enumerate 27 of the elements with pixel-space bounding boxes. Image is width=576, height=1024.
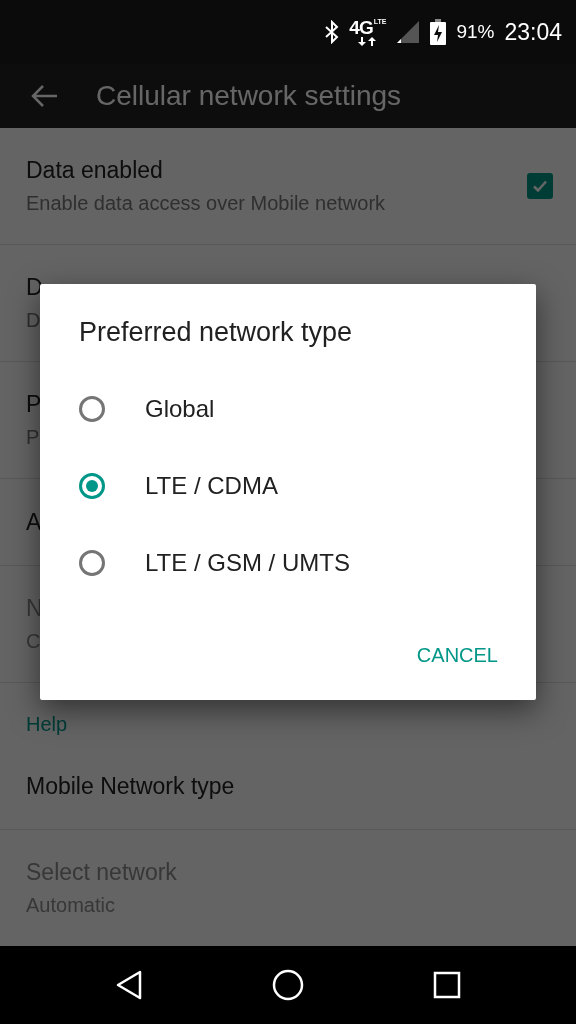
battery-charging-icon bbox=[430, 19, 447, 45]
section-header: Help bbox=[26, 712, 68, 736]
signal-icon bbox=[396, 20, 421, 44]
cancel-button[interactable]: CANCEL bbox=[406, 636, 508, 675]
setting-title: Data enabled bbox=[26, 157, 164, 184]
settings-row[interactable]: Mobile Network type bbox=[0, 743, 576, 830]
setting-title: A bbox=[26, 508, 42, 536]
radio-button[interactable] bbox=[79, 549, 105, 576]
setting-title: P bbox=[26, 391, 42, 418]
network-type: 4G bbox=[349, 18, 373, 37]
back-arrow-icon[interactable] bbox=[30, 84, 58, 108]
screen-title: Cellular network settings bbox=[96, 80, 402, 112]
dialog-title: Preferred network type bbox=[79, 317, 353, 348]
radio-button[interactable] bbox=[79, 395, 105, 422]
radio-option[interactable]: LTE / GSM / UMTS bbox=[40, 524, 536, 601]
battery-percentage: 91% bbox=[456, 21, 495, 43]
radio-option[interactable]: Global bbox=[40, 370, 536, 447]
home-circle-icon[interactable] bbox=[272, 969, 304, 1001]
clock: 23:04 bbox=[504, 18, 562, 46]
checkbox[interactable] bbox=[527, 173, 553, 199]
radio-option[interactable]: LTE / CDMA bbox=[40, 447, 536, 524]
bluetooth-icon bbox=[325, 20, 340, 44]
data-arrows-icon bbox=[356, 37, 379, 46]
radio-button[interactable] bbox=[79, 472, 105, 499]
overview-square-icon[interactable] bbox=[433, 971, 462, 999]
back-triangle-icon[interactable] bbox=[114, 970, 143, 1000]
setting-title: Mobile Network type bbox=[26, 772, 235, 800]
